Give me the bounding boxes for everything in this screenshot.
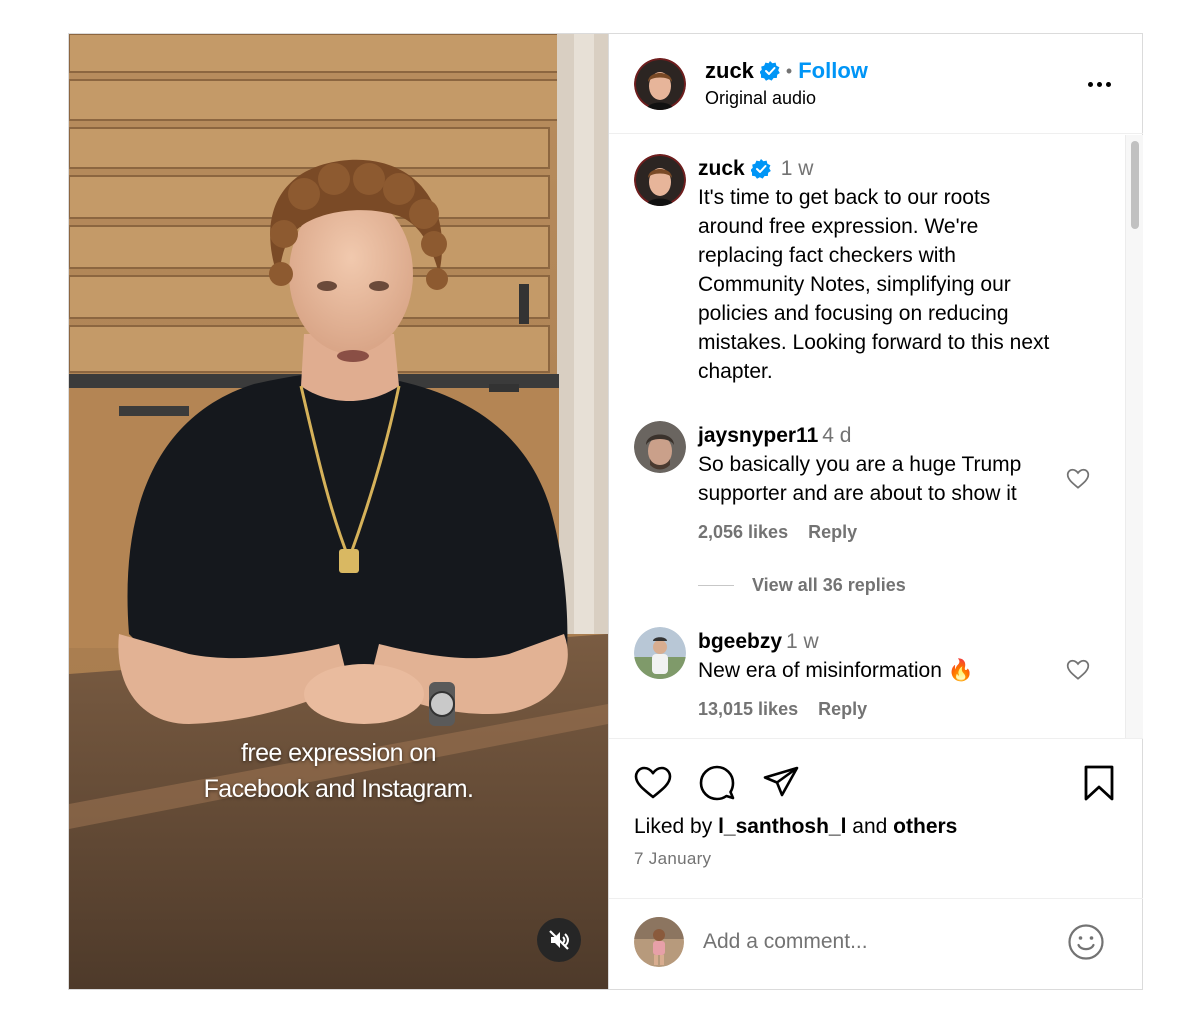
more-options-icon[interactable]	[1083, 72, 1115, 96]
comment-meta: 2,056 likes Reply	[698, 522, 857, 543]
verified-badge-icon	[759, 61, 780, 81]
view-replies-label: View all 36 replies	[752, 575, 906, 595]
comment-text-line: So basically you are a huge Trump	[698, 453, 1022, 476]
commenter-username[interactable]: jaysnyper11	[698, 424, 818, 447]
author-username[interactable]: zuck	[705, 58, 754, 84]
comment-time[interactable]: 4 d	[822, 424, 851, 447]
caption-line: chapter.	[698, 360, 773, 383]
caption-line: replacing fact checkers with	[698, 244, 956, 267]
subtitle-line-1: free expression on	[241, 739, 436, 767]
commenter-avatar[interactable]	[634, 627, 686, 679]
comment-input[interactable]	[703, 927, 1033, 957]
comment-time[interactable]: 1 w	[786, 630, 819, 653]
liked-by-user[interactable]: l_santhosh_l	[718, 815, 846, 838]
save-bookmark-icon[interactable]	[1079, 763, 1119, 803]
comment-bubble-icon[interactable]	[697, 763, 737, 803]
like-comment-heart-icon[interactable]	[1065, 466, 1091, 492]
emoji-picker-icon[interactable]	[1067, 923, 1105, 961]
caption-line: around free expression. We're	[698, 215, 979, 238]
follow-button[interactable]: Follow	[798, 58, 868, 84]
comment-likes[interactable]: 13,015 likes	[698, 699, 798, 720]
verified-badge-icon	[750, 158, 771, 179]
caption-line: policies and focusing on reducing	[698, 302, 1009, 325]
comment-text-line: supporter and are about to show it	[698, 482, 1017, 505]
audio-label[interactable]: Original audio	[705, 88, 816, 109]
comment-meta: 13,015 likes Reply	[698, 699, 867, 720]
caption-line: It's time to get back to our roots	[698, 186, 991, 209]
share-paper-plane-icon[interactable]	[761, 763, 801, 803]
post-actions: Liked by l_santhosh_l and others 7 Janua…	[609, 738, 1143, 898]
commenter-avatar[interactable]	[634, 421, 686, 473]
caption-body: zuck 1 w It's time to get back to our ro…	[698, 154, 1098, 386]
post-container: free expression on Facebook and Instagra…	[68, 33, 1143, 990]
post-date[interactable]: 7 January	[634, 849, 711, 869]
caption-username[interactable]: zuck	[698, 154, 745, 183]
comment-body: bgeebzy 1 w New era of misinformation 🔥	[698, 627, 1098, 685]
comment-text: New era of misinformation	[698, 659, 942, 682]
reply-button[interactable]: Reply	[808, 522, 857, 543]
liked-by-others[interactable]: others	[893, 815, 957, 838]
like-heart-icon[interactable]	[633, 763, 673, 803]
header-user-line: zuck • Follow	[705, 58, 868, 84]
caption-line: Community Notes, simplifying our	[698, 273, 1011, 296]
liked-by: Liked by l_santhosh_l and others	[634, 815, 957, 839]
like-comment-heart-icon[interactable]	[1065, 657, 1091, 683]
caption-time[interactable]: 1 w	[781, 154, 814, 183]
caption-line: mistakes. Looking forward to this next	[698, 331, 1050, 354]
caption-user-line: zuck 1 w	[698, 154, 1098, 183]
liked-by-prefix: Liked by	[634, 815, 713, 838]
replies-divider	[698, 585, 734, 586]
add-comment-bar	[609, 898, 1143, 989]
reply-button[interactable]: Reply	[818, 699, 867, 720]
comment-likes[interactable]: 2,056 likes	[698, 522, 788, 543]
scrollbar-thumb[interactable]	[1131, 141, 1139, 229]
view-replies-button[interactable]: View all 36 replies	[698, 575, 906, 596]
liked-by-and: and	[852, 815, 888, 838]
caption-avatar[interactable]	[634, 154, 686, 206]
author-avatar[interactable]	[634, 58, 686, 110]
video-player[interactable]: free expression on Facebook and Instagra…	[69, 34, 608, 989]
mute-button[interactable]	[537, 918, 581, 962]
current-user-avatar[interactable]	[634, 917, 684, 967]
speaker-muted-icon	[549, 930, 569, 950]
comment-body: jaysnyper11 4 d So basically you are a hu…	[698, 421, 1098, 508]
post-sidebar: zuck • Follow Original audio zuck 1 w It…	[608, 34, 1143, 989]
separator-dot: •	[785, 61, 793, 81]
video-frame	[69, 34, 608, 989]
comments-list: zuck 1 w It's time to get back to our ro…	[609, 135, 1143, 738]
subtitle-line-2: Facebook and Instagram.	[203, 775, 474, 803]
post-header: zuck • Follow Original audio	[609, 34, 1143, 134]
fire-emoji: 🔥	[947, 659, 974, 682]
comments-scrollbar[interactable]	[1125, 135, 1143, 738]
commenter-username[interactable]: bgeebzy	[698, 630, 782, 653]
